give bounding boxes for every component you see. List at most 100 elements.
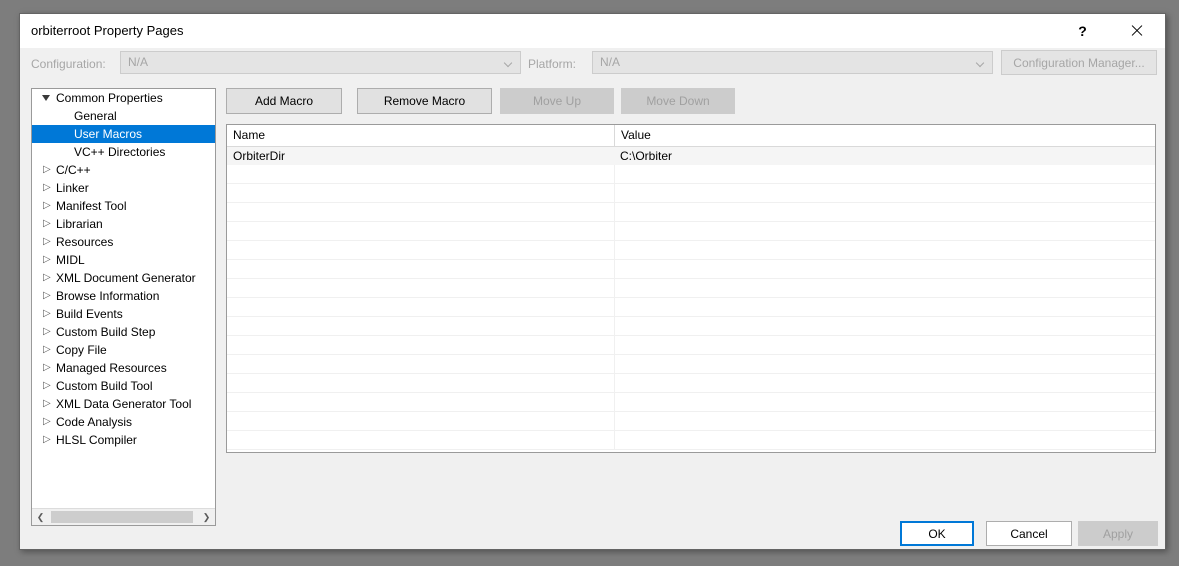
tree-item-label: Resources <box>56 235 114 249</box>
chevron-down-icon <box>977 60 984 67</box>
table-row-empty[interactable] <box>227 431 1155 450</box>
tree-item-copy-file[interactable]: Copy File <box>32 341 215 359</box>
move-down-button[interactable]: Move Down <box>621 88 735 114</box>
column-header-name[interactable]: Name <box>227 125 614 146</box>
macro-value-cell-empty <box>614 241 1155 260</box>
tree-item-librarian[interactable]: Librarian <box>32 215 215 233</box>
macro-name-cell[interactable]: OrbiterDir <box>227 147 614 165</box>
triangle-down-icon[interactable] <box>38 89 54 107</box>
tree-item-label: XML Data Generator Tool <box>56 397 192 411</box>
tree-item-code-analysis[interactable]: Code Analysis <box>32 413 215 431</box>
table-row[interactable]: OrbiterDir C:\Orbiter <box>227 147 1155 165</box>
triangle-right-icon[interactable] <box>38 377 54 395</box>
platform-label: Platform: <box>528 57 577 71</box>
scrollbar-thumb[interactable] <box>51 511 193 523</box>
move-up-button[interactable]: Move Up <box>500 88 614 114</box>
tree-item-label: Linker <box>56 181 89 195</box>
tree-item-xml-data-generator-tool[interactable]: XML Data Generator Tool <box>32 395 215 413</box>
tree-item-c-c[interactable]: C/C++ <box>32 161 215 179</box>
table-row-empty[interactable] <box>227 412 1155 431</box>
triangle-right-icon[interactable] <box>38 413 54 431</box>
table-row-empty[interactable] <box>227 184 1155 203</box>
table-row-empty[interactable] <box>227 374 1155 393</box>
tree-item-midl[interactable]: MIDL <box>32 251 215 269</box>
triangle-right-icon[interactable] <box>38 431 54 449</box>
triangle-right-icon[interactable] <box>38 161 54 179</box>
macro-value-cell-empty <box>614 203 1155 222</box>
macro-name-cell-empty <box>227 317 614 335</box>
tree-item-label: Managed Resources <box>56 361 167 375</box>
macro-name-cell-empty <box>227 298 614 316</box>
user-macros-list: Name Value OrbiterDir C:\Orbiter <box>226 124 1156 453</box>
triangle-right-icon[interactable] <box>38 251 54 269</box>
tree-item-user-macros[interactable]: User Macros <box>32 125 215 143</box>
tree-item-linker[interactable]: Linker <box>32 179 215 197</box>
table-row-empty[interactable] <box>227 165 1155 184</box>
add-macro-button[interactable]: Add Macro <box>226 88 342 114</box>
cancel-button[interactable]: Cancel <box>986 521 1072 546</box>
table-row-empty[interactable] <box>227 241 1155 260</box>
table-row-empty[interactable] <box>227 298 1155 317</box>
table-row-empty[interactable] <box>227 355 1155 374</box>
tree-item-resources[interactable]: Resources <box>32 233 215 251</box>
macro-name-cell-empty <box>227 203 614 221</box>
table-row-empty[interactable] <box>227 260 1155 279</box>
triangle-right-icon[interactable] <box>38 233 54 251</box>
close-button[interactable] <box>1114 14 1159 47</box>
tree-item-custom-build-step[interactable]: Custom Build Step <box>32 323 215 341</box>
ok-button[interactable]: OK <box>900 521 974 546</box>
list-header: Name Value <box>227 125 1155 147</box>
title-bar: orbiterroot Property Pages ? <box>20 14 1165 48</box>
table-row-empty[interactable] <box>227 203 1155 222</box>
triangle-right-icon[interactable] <box>38 215 54 233</box>
triangle-right-icon <box>43 251 51 269</box>
macro-value-cell-empty <box>614 412 1155 431</box>
triangle-right-icon[interactable] <box>38 287 54 305</box>
column-header-value[interactable]: Value <box>614 125 1155 146</box>
tree-item-label: Code Analysis <box>56 415 133 429</box>
apply-button[interactable]: Apply <box>1078 521 1158 546</box>
tree-item-label: XML Document Generator <box>56 271 196 285</box>
configuration-manager-button[interactable]: Configuration Manager... <box>1001 50 1157 75</box>
triangle-right-icon[interactable] <box>38 359 54 377</box>
triangle-right-icon[interactable] <box>38 341 54 359</box>
macro-name-cell-empty <box>227 279 614 297</box>
tree-item-custom-build-tool[interactable]: Custom Build Tool <box>32 377 215 395</box>
macro-value-cell[interactable]: C:\Orbiter <box>614 147 1155 165</box>
chevron-left-icon[interactable]: ❮ <box>32 509 49 525</box>
table-row-empty[interactable] <box>227 222 1155 241</box>
tree-item-general[interactable]: General <box>32 107 215 125</box>
table-row-empty[interactable] <box>227 393 1155 412</box>
triangle-right-icon[interactable] <box>38 269 54 287</box>
macro-name-cell-empty <box>227 165 614 183</box>
remove-macro-button[interactable]: Remove Macro <box>357 88 492 114</box>
tree-item-label: Manifest Tool <box>56 199 127 213</box>
chevron-right-icon[interactable]: ❯ <box>198 509 215 525</box>
tree-item-build-events[interactable]: Build Events <box>32 305 215 323</box>
tree-item-label: Browse Information <box>56 289 160 303</box>
tree-item-hlsl-compiler[interactable]: HLSL Compiler <box>32 431 215 449</box>
configuration-combobox[interactable]: N/A <box>120 51 521 74</box>
macro-value-cell-empty <box>614 260 1155 279</box>
tree-item-browse-information[interactable]: Browse Information <box>32 287 215 305</box>
tree-item-managed-resources[interactable]: Managed Resources <box>32 359 215 377</box>
tree-item-common-properties[interactable]: Common Properties <box>32 89 215 107</box>
property-tree[interactable]: Common Properties General User Macros VC++ … <box>32 89 215 508</box>
table-row-empty[interactable] <box>227 317 1155 336</box>
tree-item-vc-directories[interactable]: VC++ Directories <box>32 143 215 161</box>
help-button[interactable]: ? <box>1060 14 1105 47</box>
platform-combobox[interactable]: N/A <box>592 51 993 74</box>
table-row-empty[interactable] <box>227 336 1155 355</box>
triangle-right-icon[interactable] <box>38 323 54 341</box>
triangle-right-icon[interactable] <box>38 197 54 215</box>
tree-item-xml-document-generator[interactable]: XML Document Generator <box>32 269 215 287</box>
triangle-right-icon[interactable] <box>38 305 54 323</box>
triangle-right-icon <box>43 233 51 251</box>
tree-item-manifest-tool[interactable]: Manifest Tool <box>32 197 215 215</box>
triangle-right-icon[interactable] <box>38 179 54 197</box>
table-row-empty[interactable] <box>227 279 1155 298</box>
tree-item-label: Build Events <box>56 307 123 321</box>
triangle-right-icon[interactable] <box>38 395 54 413</box>
tree-horizontal-scrollbar[interactable]: ❮ ❯ <box>32 508 215 525</box>
triangle-right-icon <box>43 413 51 431</box>
